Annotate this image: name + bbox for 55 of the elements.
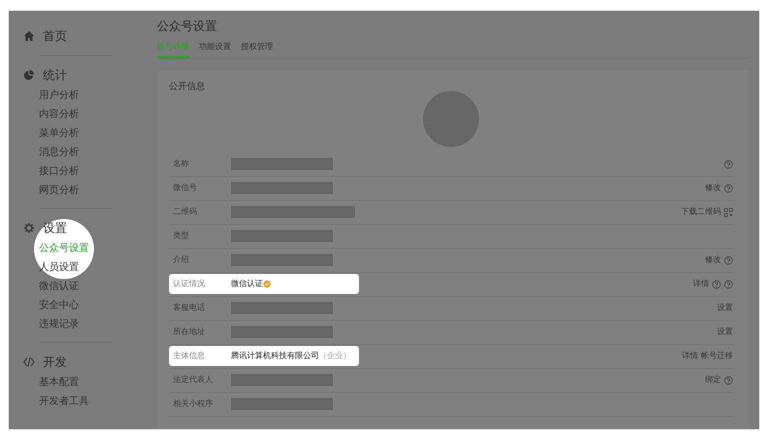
help-icon[interactable] [724,160,733,168]
field-label: 法定代表人 [173,374,214,386]
sidebar-item[interactable]: 内容分析 [39,105,79,124]
settings-icon [23,222,35,234]
sidebar-item[interactable]: 基本配置 [39,373,79,392]
tab[interactable]: 授权管理 [241,39,273,58]
verified-badge-icon [263,280,271,288]
field-label: 主体信息 [173,350,206,362]
action-link[interactable]: 设置 [717,302,733,314]
sidebar-item[interactable]: 违规记录 [39,315,79,334]
sidebar-item[interactable]: 安全中心 [39,296,79,315]
help-icon[interactable] [724,280,733,288]
field-label: 相关小程序 [173,398,214,410]
field-label: 类型 [173,230,190,242]
tab[interactable]: 功能设置 [199,39,231,58]
sidebar-heading: 开发 [43,354,67,371]
sidebar-heading: 统计 [43,67,67,84]
pie-chart-icon [23,69,35,81]
sidebar-item[interactable]: 接口分析 [39,162,79,181]
field-label: 客服电话 [173,302,206,314]
field-note: （企业） [319,350,351,362]
action-link[interactable]: 下载二维码 [681,206,721,218]
action-link[interactable]: 帐号迁移 [701,350,733,362]
sidebar-item[interactable]: 微信认证 [39,277,79,296]
code-icon [23,356,35,368]
help-icon[interactable] [724,256,733,264]
sidebar-item[interactable]: 消息分析 [39,143,79,162]
section-title: 公开信息 [169,81,206,94]
sidebar-item[interactable]: 菜单分析 [39,124,79,143]
page-title: 公众号设置 [157,18,218,35]
field-label: 认证情况 [173,278,206,290]
help-icon[interactable] [724,184,733,192]
field-label: 所在地址 [173,326,206,338]
field-value: 腾讯计算机科技有限公司 [231,350,319,362]
action-link[interactable]: 绑定 [705,374,721,386]
home-icon [23,30,35,42]
sidebar-item[interactable]: 开发者工具 [39,392,89,411]
field-value: 微信认证 [231,278,263,290]
sidebar-item[interactable]: 公众号设置 [39,239,89,258]
help-icon[interactable] [724,376,733,384]
action-link[interactable]: 修改 [705,182,721,194]
field-label: 微信号 [173,182,198,194]
field-label: 名称 [173,158,190,170]
action-link[interactable]: 详情 [693,278,709,290]
qr-code-icon[interactable] [724,208,733,216]
sidebar-heading: 首页 [43,28,67,45]
sidebar-heading: 设置 [43,220,67,237]
help-icon[interactable] [712,280,721,288]
field-label: 介绍 [173,254,190,266]
action-link[interactable]: 详情 [682,350,698,362]
field-label: 二维码 [173,206,198,218]
action-link[interactable]: 修改 [705,254,721,266]
sidebar-item[interactable]: 用户分析 [39,86,79,105]
action-link[interactable]: 设置 [717,326,733,338]
sidebar-item[interactable]: 网页分析 [39,181,79,200]
